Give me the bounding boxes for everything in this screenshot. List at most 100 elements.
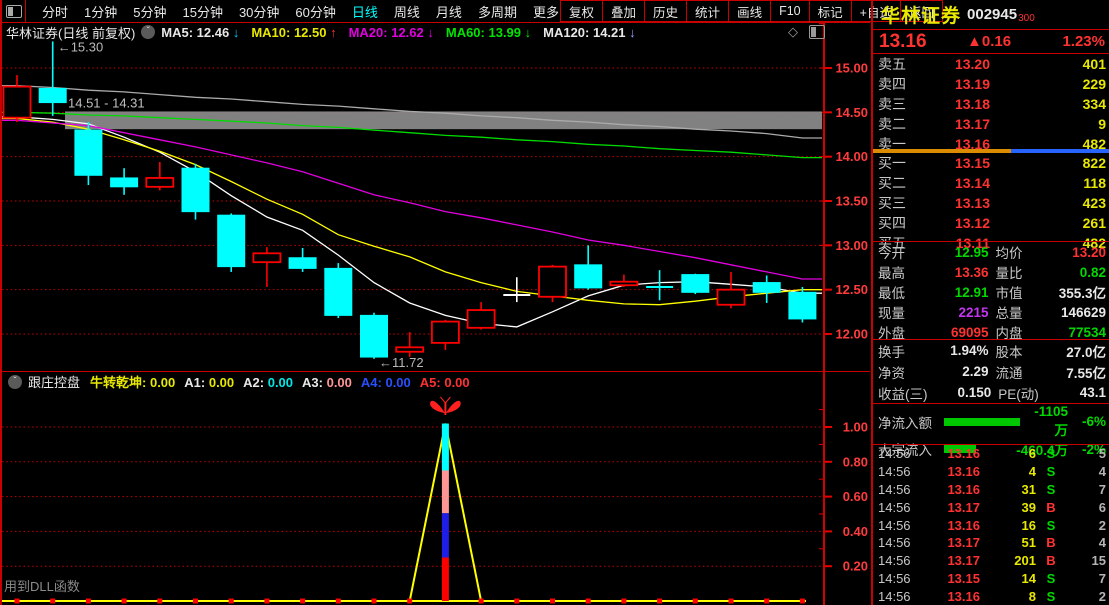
tick-volume: 6	[980, 446, 1036, 461]
tab-period-15分钟[interactable]: 15分钟	[174, 2, 230, 21]
stat-value: 7.55亿	[1040, 362, 1107, 382]
top-toolbar: 分时1分钟5分钟15分钟30分钟60分钟日线周线月线多周期更多 > 复权叠加历史…	[2, 0, 870, 23]
stat-label: 均价	[996, 242, 1040, 262]
indicator-field-label: 牛转乾坤:	[90, 375, 150, 390]
ask-label: 卖二	[878, 114, 920, 134]
main-candlestick-chart[interactable]: 15.0014.5014.0013.5013.0012.5012.0014.51…	[2, 22, 872, 371]
svg-text:0.40: 0.40	[843, 524, 868, 539]
tick-price: 13.16	[918, 446, 980, 461]
tab-period-1分钟[interactable]: 1分钟	[76, 2, 125, 21]
indicator-field-label: A5:	[420, 375, 445, 390]
tab-period-30分钟[interactable]: 30分钟	[231, 2, 287, 21]
tick-time: 14:56	[878, 500, 918, 515]
chevron-down-circle-icon[interactable]: ˇ	[8, 375, 22, 389]
stat-label: 最高	[878, 262, 922, 282]
bid-row[interactable]: 买二13.14118	[873, 173, 1109, 193]
stat-value: 146629	[1040, 305, 1107, 320]
tick-row: 14:5613.1751B4	[873, 534, 1109, 552]
stat-value: 2215	[922, 305, 989, 320]
baseline-dot	[657, 599, 662, 604]
ask-row[interactable]: 卖五13.20401	[873, 54, 1109, 74]
stat-label: 流通	[996, 362, 1040, 382]
tick-count: 15	[1066, 553, 1106, 568]
signal-bar-segment	[442, 513, 449, 557]
ask-row[interactable]: 卖二13.179	[873, 114, 1109, 134]
tick-list[interactable]: 14:5613.166S514:5613.164S414:5613.1631S7…	[873, 444, 1109, 605]
bid-row[interactable]: 买三13.13423	[873, 193, 1109, 213]
candles	[4, 41, 816, 358]
ma-values: MA5: 12.46 ↓MA10: 12.50 ↑MA20: 12.62 ↓MA…	[161, 25, 647, 40]
action-button-历史[interactable]: 历史	[644, 0, 686, 22]
action-button-画线[interactable]: 画线	[728, 0, 770, 22]
stat-label: 市值	[996, 282, 1040, 302]
ma-trend-arrow: ↑	[330, 25, 337, 40]
stats-block-1: 今开12.95均价13.20最高13.36量比0.82最低12.91市值355.…	[873, 241, 1109, 339]
diamond-icon[interactable]: ◇	[788, 24, 798, 40]
layout-toggle-button[interactable]	[2, 0, 26, 22]
tick-price: 13.16	[918, 482, 980, 497]
tick-count: 7	[1066, 571, 1106, 586]
panel-split-icon[interactable]	[809, 25, 825, 39]
stat-value: 355.3亿	[1040, 282, 1107, 302]
tab-period-周线[interactable]: 周线	[386, 2, 428, 21]
baseline-dot	[586, 599, 591, 604]
action-button-复权[interactable]: 复权	[560, 0, 602, 22]
bid-row[interactable]: 买四13.12261	[873, 213, 1109, 233]
price-row: 13.16 ▲0.16 1.23%	[873, 29, 1109, 53]
chevron-down-circle-icon[interactable]: ˇ	[141, 25, 155, 39]
tab-period-日线[interactable]: 日线	[344, 2, 386, 21]
tick-row: 14:5613.1514S7	[873, 569, 1109, 587]
tick-row: 14:5613.166S5	[873, 445, 1109, 463]
stat-label: 最低	[878, 282, 922, 302]
stat-value: 27.0亿	[1040, 341, 1107, 361]
ask-price: 13.17	[920, 116, 990, 132]
svg-text:0.60: 0.60	[843, 489, 868, 504]
tab-period-5分钟[interactable]: 5分钟	[125, 2, 174, 21]
tab-period-多周期[interactable]: 多周期	[470, 2, 525, 21]
stock-name: 华林证券	[881, 1, 961, 28]
baseline-dot	[86, 599, 91, 604]
baseline-dot	[479, 599, 484, 604]
action-button-叠加[interactable]: 叠加	[602, 0, 644, 22]
indicator-field-label: A1:	[184, 375, 209, 390]
tab-period-分时[interactable]: 分时	[34, 2, 76, 21]
stat-label: 现量	[878, 302, 922, 322]
tick-volume: 16	[980, 518, 1036, 533]
period-tabs: 分时1分钟5分钟15分钟30分钟60分钟日线周线月线多周期更多 >	[26, 2, 578, 21]
stock-code-sub: 300	[1018, 13, 1035, 24]
bid-volume: 261	[990, 215, 1106, 231]
svg-text:15.00: 15.00	[835, 61, 868, 76]
tick-count: 4	[1066, 535, 1106, 550]
indicator-field-label: A2:	[243, 375, 268, 390]
ask-row[interactable]: 卖四13.19229	[873, 74, 1109, 94]
tick-count: 5	[1066, 446, 1106, 461]
action-button-统计[interactable]: 统计	[686, 0, 728, 22]
indicator-chart[interactable]: 1.000.800.600.400.20	[2, 371, 872, 605]
baseline-dot	[264, 599, 269, 604]
tick-volume: 8	[980, 589, 1036, 604]
price-change: ▲0.16	[967, 33, 1062, 50]
tick-row: 14:5613.168S2	[873, 587, 1109, 605]
window-split-icon	[6, 5, 22, 18]
baseline-dot	[514, 599, 519, 604]
tick-price: 13.17	[918, 500, 980, 515]
tab-period-60分钟[interactable]: 60分钟	[287, 2, 343, 21]
svg-text:14.00: 14.00	[835, 149, 868, 164]
stat-row: 最低12.91市值355.3亿	[873, 282, 1109, 302]
action-button-F10[interactable]: F10	[770, 0, 809, 22]
stat-row: 今开12.95均价13.20	[873, 242, 1109, 262]
price-annotation: ←15.30	[58, 39, 104, 54]
chart-header-row: 华林证券(日线 前复权) ˇ MA5: 12.46 ↓MA10: 12.50 ↑…	[2, 23, 870, 41]
indicator-values: 牛转乾坤: 0.00A1: 0.00A2: 0.00A3: 0.00A4: 0.…	[90, 372, 479, 391]
stat-value: 13.20	[1040, 245, 1107, 260]
quote-header: 华林证券 002945 300	[873, 0, 1109, 29]
action-button-标记[interactable]: 标记	[809, 0, 851, 22]
ask-row[interactable]: 卖三13.18334	[873, 94, 1109, 114]
indicator-field: 牛转乾坤: 0.00	[90, 375, 175, 390]
stat-value: 77534	[1040, 325, 1107, 340]
bid-row[interactable]: 买一13.15822	[873, 153, 1109, 173]
tick-time: 14:56	[878, 464, 918, 479]
tick-time: 14:56	[878, 446, 918, 461]
tab-period-月线[interactable]: 月线	[428, 2, 470, 21]
stat-label: 总量	[996, 302, 1040, 322]
